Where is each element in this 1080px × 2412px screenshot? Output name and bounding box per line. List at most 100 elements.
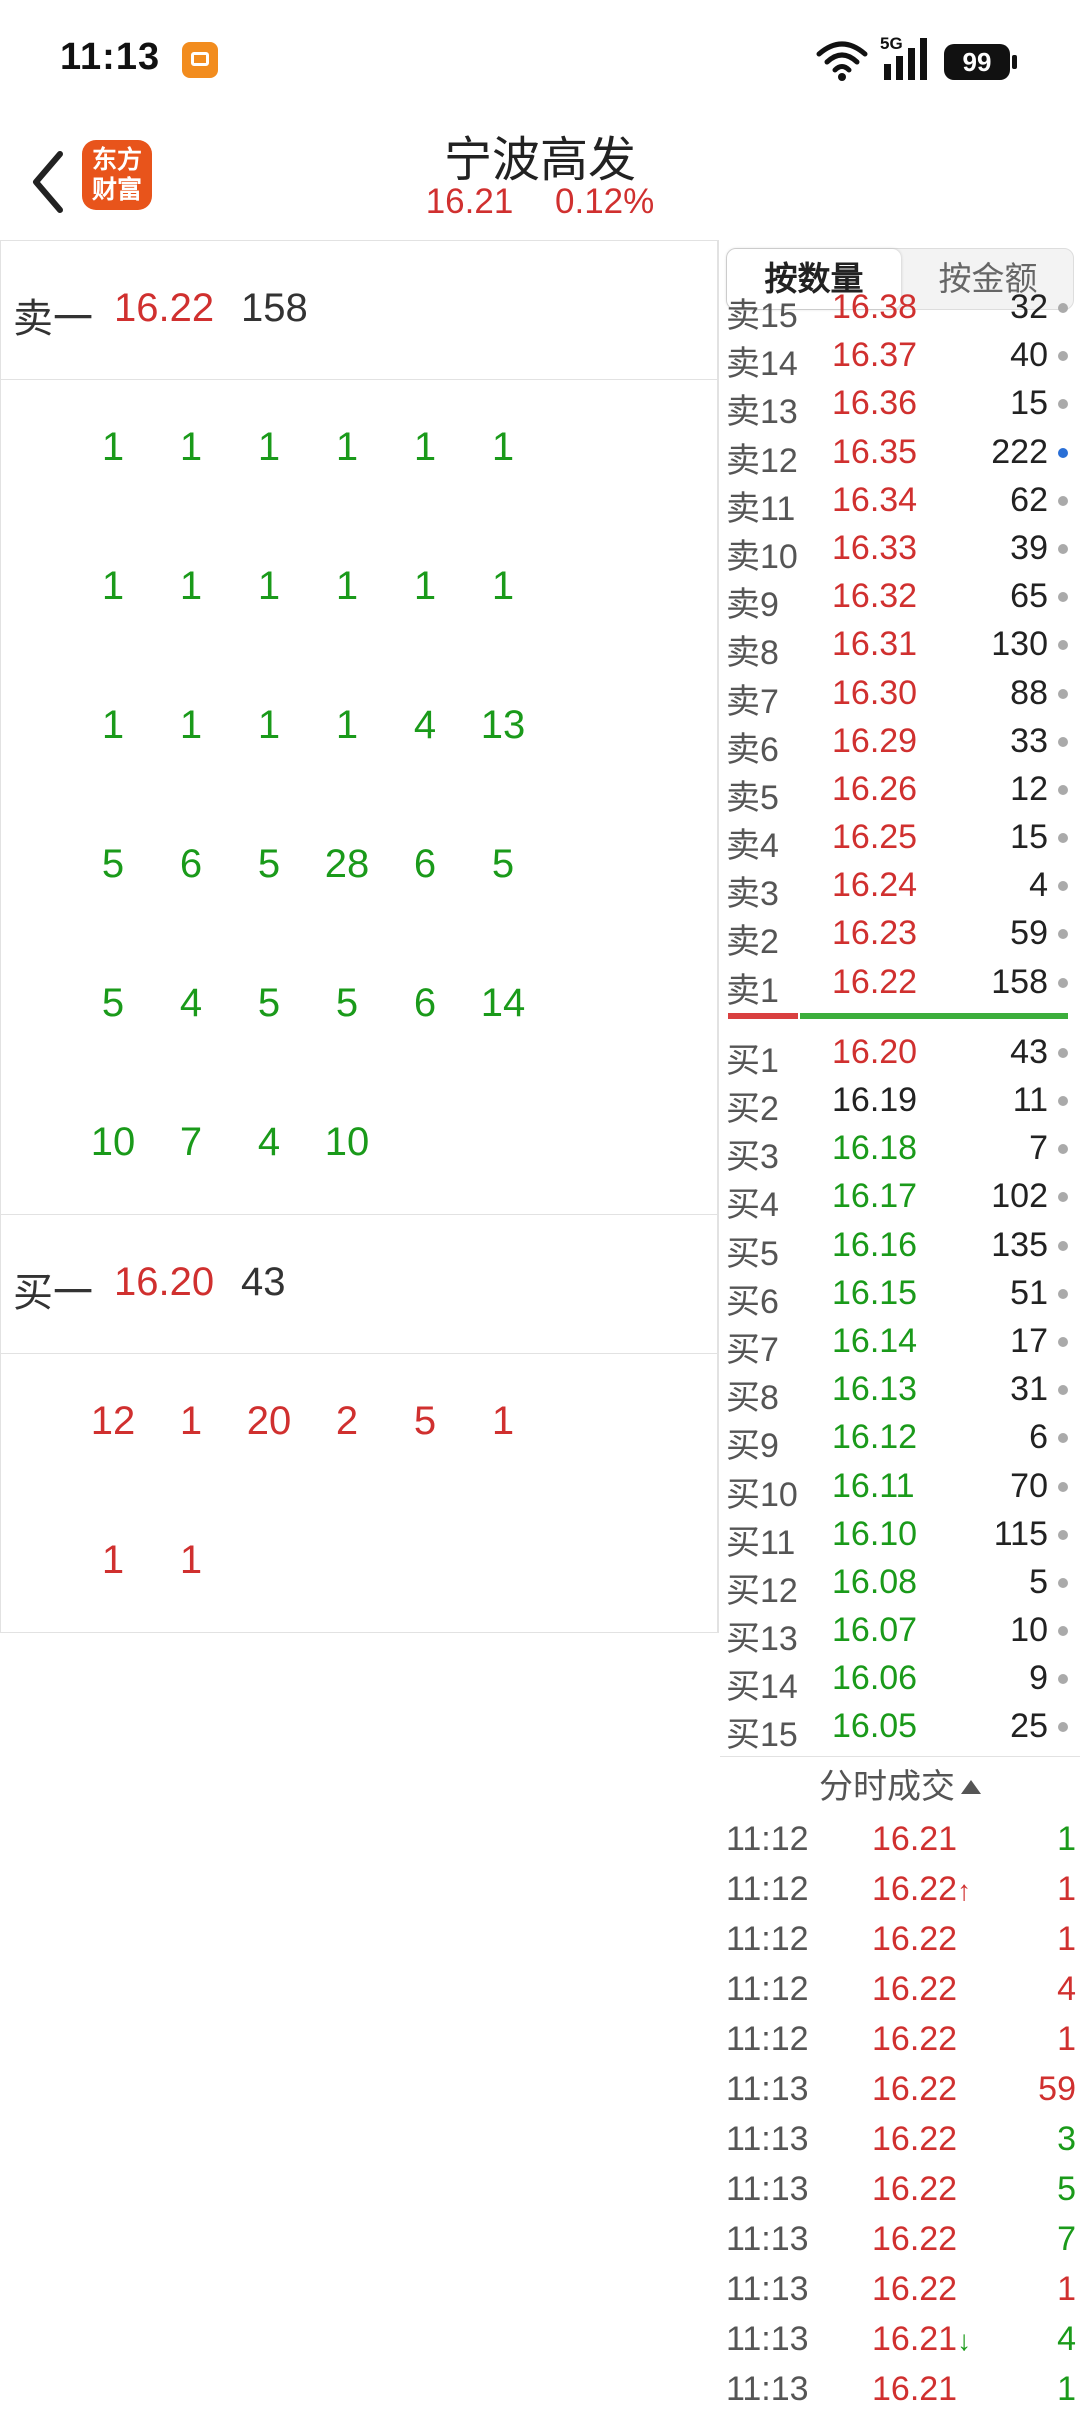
tick-price-value: 16.22 <box>872 2270 958 2308</box>
tick-price-value: 16.22 <box>872 2070 958 2108</box>
queue-order-size: 4 <box>257 1120 281 1164</box>
queue-order-size: 1 <box>257 703 281 747</box>
level-price: 16.38 <box>832 288 918 326</box>
tick-price-value: 16.22 <box>872 2120 958 2158</box>
level-label: 买15 <box>726 1716 798 1755</box>
sell-level-row[interactable]: 卖11 16.34 62 <box>720 475 1080 528</box>
grey-dot-icon <box>1058 1192 1068 1203</box>
sell-level-row[interactable]: 卖5 16.26 12 <box>720 764 1080 817</box>
tick-price: 16.22 <box>872 2070 957 2109</box>
tick-trades-title: 分时成交 <box>819 1768 955 1806</box>
queue-order-size: 20 <box>246 1399 292 1443</box>
queue-row: 1 1 1 1 1 1 <box>1 519 717 658</box>
tick-row: 11:12 16.22↑ 1 <box>720 1866 1080 1916</box>
buy-level-row[interactable]: 买3 16.18 7 <box>720 1123 1080 1176</box>
grey-dot-icon <box>1058 1674 1068 1685</box>
tick-row: 11:13 16.22 3 <box>720 2116 1080 2166</box>
buy-level-row[interactable]: 买6 16.15 51 <box>720 1268 1080 1321</box>
queue-row: 10 7 4 10 <box>1 1075 717 1214</box>
queue-order-size: 1 <box>101 564 125 608</box>
level-price: 16.05 <box>832 1707 918 1746</box>
sell-level-row[interactable]: 卖2 16.23 59 <box>720 908 1080 961</box>
queue-row: 12 1 20 2 5 1 <box>1 1354 717 1493</box>
queue-order-size: 1 <box>179 1399 203 1443</box>
queue-order-size: 1 <box>335 703 359 747</box>
tick-qty: 4 <box>1057 2320 1076 2358</box>
grey-dot-icon <box>1058 929 1068 940</box>
sell-queue-grid: 1 1 1 1 1 1 1 1 1 1 1 1 1 1 1 1 4 13 5 6 5 28 6 5 5 4 5 5 6 14 10 7 4 10 <box>1 380 717 1215</box>
level-qty: 6 <box>1029 1418 1048 1457</box>
level-qty: 10 <box>1010 1611 1048 1650</box>
queue-order-size: 1 <box>101 425 125 469</box>
buy-level-row[interactable]: 买2 16.19 11 <box>720 1075 1080 1128</box>
queue-order-size: 5 <box>413 1399 437 1443</box>
tick-row: 11:13 16.21 1 <box>720 2366 1080 2412</box>
buy-level-row[interactable]: 买9 16.12 6 <box>720 1412 1080 1465</box>
tick-price: 16.21 <box>872 2370 957 2409</box>
sell1-qty: 158 <box>241 286 308 330</box>
price-summary: 16.21 0.12% <box>0 182 1080 222</box>
level-qty: 15 <box>1010 818 1048 857</box>
grey-dot-icon <box>1058 833 1068 844</box>
level-qty: 11 <box>1012 1081 1048 1119</box>
sell-level-row[interactable]: 卖3 16.24 4 <box>720 860 1080 913</box>
sell-level-row[interactable]: 卖4 16.25 15 <box>720 812 1080 865</box>
tick-trades-header[interactable]: 分时成交 <box>720 1756 1080 1816</box>
buy-level-row[interactable]: 买8 16.13 31 <box>720 1364 1080 1417</box>
sell-level-row[interactable]: 卖14 16.37 40 <box>720 330 1080 383</box>
buy-level-row[interactable]: 买14 16.06 9 <box>720 1653 1080 1706</box>
grey-dot-icon <box>1058 303 1068 313</box>
level-qty: 40 <box>1010 336 1048 375</box>
buy-level-row[interactable]: 买15 16.05 25 <box>720 1701 1080 1754</box>
sell-level-row[interactable]: 卖9 16.32 65 <box>720 571 1080 624</box>
level-qty: 9 <box>1029 1659 1048 1698</box>
level-price: 16.06 <box>832 1659 918 1698</box>
tick-qty: 1 <box>1057 2020 1076 2058</box>
sell-level-row[interactable]: 卖8 16.31 130 <box>720 619 1080 672</box>
level-qty: 7 <box>1029 1129 1048 1168</box>
tick-price-value: 16.22 <box>872 2170 958 2208</box>
buy-level-row[interactable]: 买13 16.07 10 <box>720 1605 1080 1658</box>
buy-level-row[interactable]: 买7 16.14 17 <box>720 1316 1080 1369</box>
sell-level-row[interactable]: 卖10 16.33 39 <box>720 523 1080 576</box>
tick-qty: 7 <box>1057 2220 1076 2258</box>
sell-level-row[interactable]: 卖6 16.29 33 <box>720 716 1080 769</box>
buy-level-row[interactable]: 买1 16.20 43 <box>720 1027 1080 1080</box>
tick-qty: 59 <box>1038 2070 1076 2108</box>
level-price: 16.11 <box>832 1466 915 1505</box>
level-qty: 88 <box>1010 673 1048 712</box>
queue-order-size: 1 <box>179 564 203 608</box>
sell-level-row[interactable]: 卖13 16.36 15 <box>720 378 1080 431</box>
sell-level-row[interactable]: 卖1 16.22 158 <box>720 957 1080 1010</box>
tick-price: 16.22 <box>872 2020 957 2059</box>
tick-price: 16.22 <box>872 2270 957 2309</box>
grey-dot-icon <box>1058 1288 1068 1299</box>
tick-time: 11:13 <box>726 2070 809 2108</box>
level-price: 16.32 <box>832 577 918 616</box>
tick-row: 11:12 16.22 1 <box>720 2016 1080 2066</box>
queue-order-size: 7 <box>179 1120 203 1164</box>
grey-dot-icon <box>1058 1577 1068 1588</box>
sell-level-row[interactable]: 卖15 16.38 32 <box>720 282 1080 335</box>
queue-order-size: 5 <box>257 842 281 886</box>
change-percent: 0.12% <box>555 182 655 221</box>
battery-icon: 99 <box>944 44 1017 80</box>
queue-order-size: 1 <box>491 564 515 608</box>
queue-order-size: 1 <box>179 703 203 747</box>
sell-level-row[interactable]: 卖7 16.30 88 <box>720 668 1080 721</box>
cell-signal-icon: 5G <box>880 34 940 82</box>
buy-level-row[interactable]: 买10 16.11 70 <box>720 1461 1080 1514</box>
tick-trades-list[interactable]: 11:12 16.21 1 11:12 16.22↑ 1 11:12 16.22 1 11:12 1… <box>720 1816 1080 2412</box>
buy-level-row[interactable]: 买4 16.17 102 <box>720 1171 1080 1224</box>
sell-level-row[interactable]: 卖12 16.35 222 <box>720 427 1080 480</box>
order-book[interactable]: 卖15 16.38 32 卖14 16.37 40 卖13 16.36 15 卖12 16.35 22… <box>720 282 1080 1754</box>
status-bar: 11:13 5G 99 <box>0 0 1080 120</box>
tick-time: 11:13 <box>726 2170 809 2208</box>
buy-level-row[interactable]: 买11 16.10 115 <box>720 1509 1080 1562</box>
buy-level-row[interactable]: 买5 16.16 135 <box>720 1220 1080 1273</box>
buy-level-row[interactable]: 买12 16.08 5 <box>720 1557 1080 1610</box>
level-qty: 5 <box>1029 1562 1048 1601</box>
level-qty: 17 <box>1010 1321 1048 1360</box>
grey-dot-icon <box>1058 592 1068 603</box>
level-price: 16.17 <box>832 1177 918 1216</box>
